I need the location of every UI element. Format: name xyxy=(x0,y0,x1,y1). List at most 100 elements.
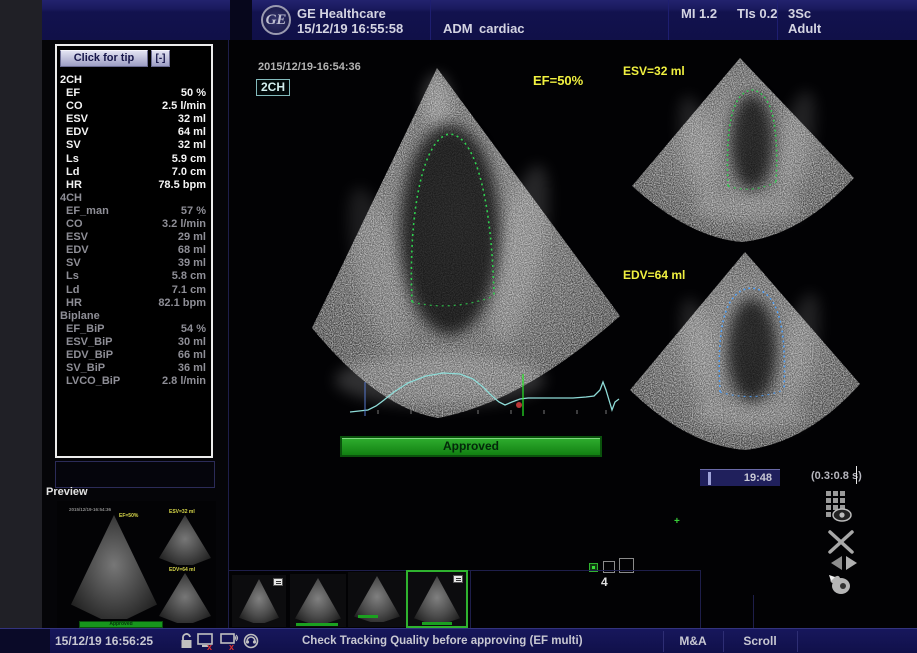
measurement-row: SV 39 ml xyxy=(57,257,211,270)
divider xyxy=(753,595,754,628)
thumbnail-approved-bar xyxy=(358,615,378,618)
thumbnail-3[interactable] xyxy=(348,572,406,627)
measurement-label: ESV xyxy=(66,231,88,244)
preview-edv-fan xyxy=(159,573,211,623)
measurement-row: Ls 5.9 cm xyxy=(57,153,211,166)
network-offline-icon: x xyxy=(220,633,240,650)
measurement-row: EDV 68 ml xyxy=(57,244,211,257)
measurement-row: Ld 7.0 cm xyxy=(57,166,211,179)
svg-text:x: x xyxy=(229,642,234,650)
measurement-row: 2CH xyxy=(57,74,211,87)
thumbnail-1[interactable] xyxy=(232,575,286,627)
click-for-tip-button[interactable]: Click for tip xyxy=(60,50,148,67)
preview-main-fan xyxy=(71,515,157,619)
status-bar-cap xyxy=(0,629,50,653)
clip-progress-bar[interactable]: 19:48 xyxy=(700,469,780,486)
preview-edv-label: EDV=64 ml xyxy=(169,567,195,573)
preview-image[interactable]: 2015/12/19-16:54:36 EF=50% ESV=32 ml EDV… xyxy=(57,501,216,630)
measurement-label: Ld xyxy=(66,166,79,179)
probe-label[interactable]: 3Sc xyxy=(788,6,811,21)
arrow-left-icon[interactable] xyxy=(824,556,842,570)
preview-esv-fan xyxy=(159,515,211,565)
measurement-value: 50 % xyxy=(181,87,206,100)
thumbnail-fan xyxy=(414,576,460,624)
measurement-label: LVCO_BiP xyxy=(66,375,120,388)
measurement-row: Ls 5.8 cm xyxy=(57,270,211,283)
measurement-row: Biplane xyxy=(57,310,211,323)
esv-result-label: ESV=32 ml xyxy=(623,64,685,78)
thumbnail-approved-bar xyxy=(296,623,338,626)
patient-type-label: Adult xyxy=(788,21,821,36)
measurement-label: Ls xyxy=(66,270,79,283)
scroll-button[interactable]: Scroll xyxy=(723,629,797,653)
measurement-value: 68 ml xyxy=(178,244,206,257)
ultrasound-screen: GE GE Healthcare 15/12/19 16:55:58 ADM c… xyxy=(0,0,917,653)
measurement-row: LVCO_BiP 2.8 l/min xyxy=(57,375,211,388)
measurement-label: EDV xyxy=(66,126,89,139)
ef-result-label: EF=50% xyxy=(533,73,583,88)
measurement-row: CO 3.2 l/min xyxy=(57,218,211,231)
preview-esv-label: ESV=32 ml xyxy=(169,509,195,515)
measurement-panel: Click for tip [-] 2CH EF 50 % CO 2.5 l/m… xyxy=(55,44,213,458)
measurement-row: ESV 29 ml xyxy=(57,231,211,244)
delete-x-icon[interactable] xyxy=(826,528,856,556)
measurement-row: EF_BiP 54 % xyxy=(57,323,211,336)
thumbnail-fan xyxy=(295,578,341,624)
preview-ef-label: EF=50% xyxy=(119,513,138,519)
measurement-row: EF 50 % xyxy=(57,87,211,100)
preview-approved-bar: Approved xyxy=(79,621,163,628)
film-icon xyxy=(273,578,283,586)
measurement-row: 4CH xyxy=(57,192,211,205)
measurement-value: 7.1 cm xyxy=(172,284,206,297)
measurement-value: 5.8 cm xyxy=(172,270,206,283)
measurement-value: 78.5 bpm xyxy=(158,179,206,192)
tis-readout: TIs 0.2 xyxy=(737,6,777,21)
measurement-value: 36 ml xyxy=(178,362,206,375)
view-label-2ch[interactable]: 2CH xyxy=(256,79,290,96)
measurement-label: 4CH xyxy=(60,192,82,205)
thumbnail-4-selected[interactable] xyxy=(406,570,468,628)
thumbnail-2[interactable] xyxy=(290,574,346,627)
measurement-label: Biplane xyxy=(60,310,100,323)
frame-cursor[interactable] xyxy=(856,466,857,484)
collapse-panel-button[interactable]: [-] xyxy=(151,50,170,67)
empty-subpanel xyxy=(55,461,215,488)
measurement-row: SV_BiP 36 ml xyxy=(57,362,211,375)
ge-logo-icon: GE xyxy=(261,5,291,35)
layout-option-medium[interactable] xyxy=(603,561,615,573)
measurement-value: 30 ml xyxy=(178,336,206,349)
measurement-value: 64 ml xyxy=(178,126,206,139)
measurement-label: 2CH xyxy=(60,74,82,87)
measurement-value: 5.9 cm xyxy=(172,153,206,166)
status-datetime: 15/12/19 16:56:25 xyxy=(55,629,153,653)
tgc-marker-icon: + xyxy=(674,516,680,527)
measurement-label: EDV_BiP xyxy=(66,349,113,362)
mna-button[interactable]: M&A xyxy=(663,629,723,653)
measurement-row: EF_man 57 % xyxy=(57,205,211,218)
measurement-label: SV xyxy=(66,139,81,152)
clip-number: 4 xyxy=(601,575,608,589)
measurement-value: 66 ml xyxy=(178,349,206,362)
divider xyxy=(228,40,229,628)
lock-icon xyxy=(180,633,193,649)
header-divider xyxy=(668,0,669,40)
measurement-row: ESV 32 ml xyxy=(57,113,211,126)
progress-knob[interactable] xyxy=(708,472,711,485)
hand-tool-icon[interactable] xyxy=(826,571,854,597)
measurement-table: 2CH EF 50 % CO 2.5 l/min ESV 32 ml xyxy=(57,74,211,388)
measurement-row: CO 2.5 l/min xyxy=(57,100,211,113)
arrow-right-icon[interactable] xyxy=(846,556,864,570)
preview-title: Preview xyxy=(46,486,88,498)
measurement-label: EF_man xyxy=(66,205,109,218)
measurement-value: 57 % xyxy=(181,205,206,218)
measurement-value: 32 ml xyxy=(178,113,206,126)
main-fan xyxy=(312,68,620,418)
header-divider xyxy=(430,0,431,40)
system-datetime: 15/12/19 16:55:58 xyxy=(297,21,403,36)
divider xyxy=(797,631,798,652)
edv-result-label: EDV=64 ml xyxy=(623,268,685,282)
measurement-label: CO xyxy=(66,218,83,231)
measurement-value: 7.0 cm xyxy=(172,166,206,179)
approved-button[interactable]: Approved xyxy=(340,436,602,457)
keypad-eye-icon[interactable] xyxy=(824,490,858,524)
